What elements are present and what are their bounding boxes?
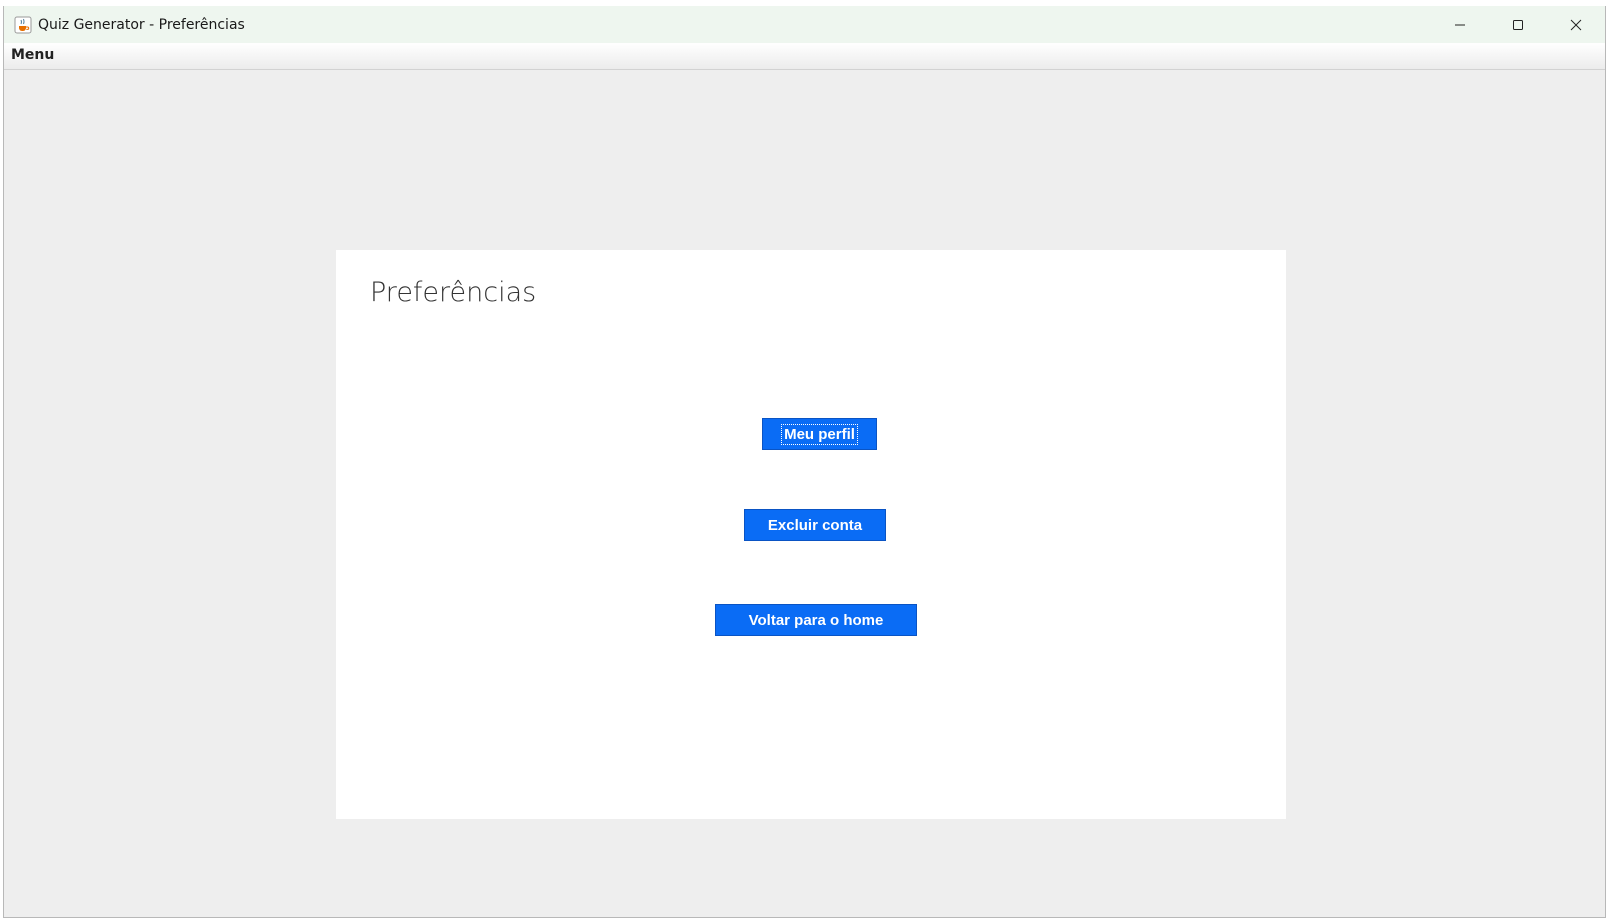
- app-window: Quiz Generator - Preferências Menu Prefe…: [3, 6, 1606, 918]
- menu-item-menu[interactable]: Menu: [11, 47, 54, 63]
- delete-account-button-label: Excluir conta: [767, 516, 863, 534]
- back-home-button[interactable]: Voltar para o home: [715, 604, 917, 636]
- my-profile-button-label: Meu perfil: [781, 423, 858, 445]
- back-home-button-label: Voltar para o home: [748, 611, 884, 629]
- close-icon: [1570, 19, 1582, 30]
- java-coffee-cup-icon: [13, 15, 33, 35]
- menu-bar: Menu: [4, 43, 1605, 70]
- page-title: Preferências: [370, 277, 537, 308]
- window-title: Quiz Generator - Preferências: [38, 16, 245, 33]
- minimize-button[interactable]: [1431, 6, 1489, 43]
- minimize-icon: [1455, 24, 1465, 25]
- title-bar[interactable]: Quiz Generator - Preferências: [4, 6, 1605, 43]
- my-profile-button[interactable]: Meu perfil: [762, 418, 877, 450]
- maximize-button[interactable]: [1489, 6, 1547, 43]
- maximize-icon: [1513, 19, 1523, 30]
- window-controls: [1431, 6, 1605, 43]
- delete-account-button[interactable]: Excluir conta: [744, 509, 886, 541]
- close-button[interactable]: [1547, 6, 1605, 43]
- preferences-panel: Preferências Meu perfil Excluir conta Vo…: [336, 250, 1286, 819]
